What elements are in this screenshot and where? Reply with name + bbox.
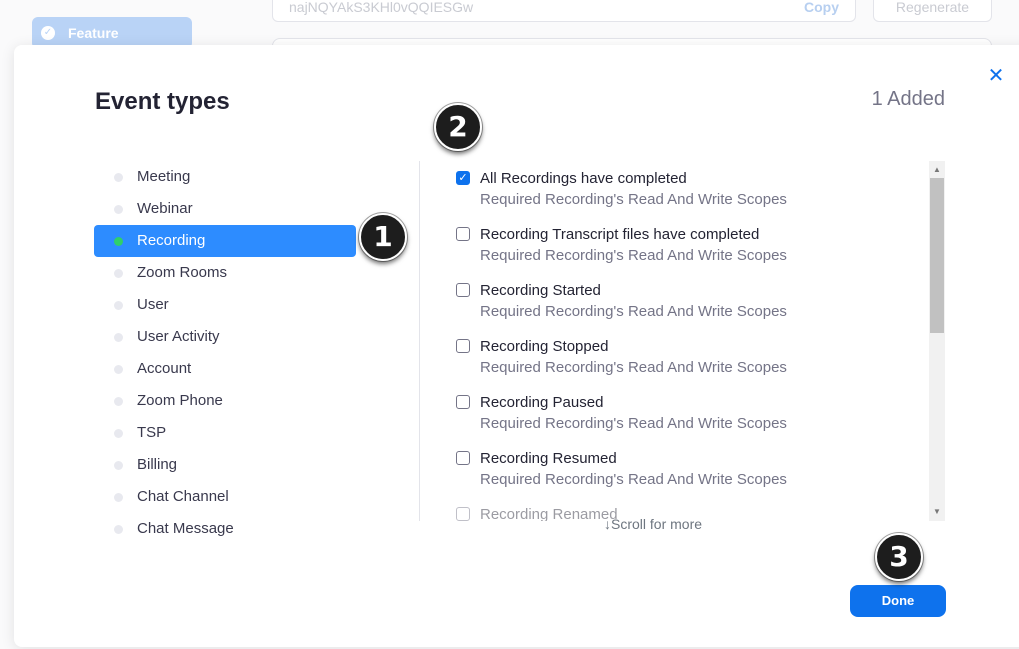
category-label: User Activity: [137, 328, 220, 345]
event-name: Recording Started: [480, 282, 601, 299]
category-billing[interactable]: Billing: [94, 449, 356, 481]
category-label: Billing: [137, 456, 178, 473]
sidebar-item-label: Feature: [68, 25, 119, 41]
dot-icon: [114, 205, 123, 214]
token-value: najNQYAkS3KHl0vQQIESGw: [289, 0, 474, 15]
scroll-down-arrow-icon[interactable]: ▼: [929, 505, 945, 519]
dot-icon: [114, 173, 123, 182]
list-item: Recording Started Required Recording's R…: [440, 273, 928, 329]
event-name: Recording Resumed: [480, 450, 617, 467]
event-checkbox[interactable]: [456, 339, 470, 353]
copy-button[interactable]: Copy: [804, 0, 839, 15]
event-checkbox[interactable]: [456, 451, 470, 465]
scrollbar[interactable]: ▲ ▼: [929, 161, 945, 521]
event-checkbox[interactable]: [456, 507, 470, 521]
verification-token-field[interactable]: najNQYAkS3KHl0vQQIESGw Copy: [272, 0, 856, 22]
scrollbar-thumb[interactable]: [930, 178, 944, 333]
scroll-for-more-hint: ↓Scroll for more: [604, 516, 703, 532]
dot-icon: [114, 397, 123, 406]
close-icon[interactable]: ✕: [986, 66, 1006, 86]
list-item: Recording Transcript files have complete…: [440, 217, 928, 273]
event-requirement: Required Recording's Read And Write Scop…: [480, 359, 787, 376]
event-name: Recording Stopped: [480, 338, 609, 355]
category-zoom-phone[interactable]: Zoom Phone: [94, 385, 356, 417]
category-zoom-rooms[interactable]: Zoom Rooms: [94, 257, 356, 289]
category-account[interactable]: Account: [94, 353, 356, 385]
dot-icon: [114, 461, 123, 470]
event-checkbox[interactable]: [456, 227, 470, 241]
event-checkbox[interactable]: ✓: [456, 171, 470, 185]
event-requirement: Required Recording's Read And Write Scop…: [480, 191, 787, 208]
category-meeting[interactable]: Meeting: [94, 161, 356, 193]
event-name: Recording Transcript files have complete…: [480, 226, 760, 243]
category-label: Webinar: [137, 200, 193, 217]
list-item: ✓ All Recordings have completed Required…: [440, 161, 928, 217]
category-chat-message[interactable]: Chat Message: [94, 513, 356, 545]
category-recording[interactable]: Recording: [94, 225, 356, 257]
modal-title: Event types: [95, 88, 230, 115]
category-label: Recording: [137, 232, 206, 249]
category-user[interactable]: User: [94, 289, 356, 321]
event-requirement: Required Recording's Read And Write Scop…: [480, 247, 787, 264]
event-name: Recording Renamed: [480, 506, 618, 521]
category-list: Meeting Webinar Recording Zoom Rooms Use…: [94, 161, 356, 545]
category-chat-channel[interactable]: Chat Channel: [94, 481, 356, 513]
event-requirement: Required Recording's Read And Write Scop…: [480, 303, 787, 320]
dot-icon: [114, 429, 123, 438]
category-label: User: [137, 296, 169, 313]
event-name: Recording Paused: [480, 394, 604, 411]
dot-icon: [114, 237, 123, 246]
divider: [419, 161, 420, 521]
event-checkbox[interactable]: [456, 395, 470, 409]
category-label: TSP: [137, 424, 167, 441]
category-tsp[interactable]: TSP: [94, 417, 356, 449]
dot-icon: [114, 269, 123, 278]
category-label: Chat Message: [137, 520, 234, 537]
event-requirement: Required Recording's Read And Write Scop…: [480, 471, 787, 488]
check-circle-icon: ✓: [41, 26, 55, 40]
callout-badge: 2: [434, 103, 482, 151]
dot-icon: [114, 301, 123, 310]
dot-icon: [114, 525, 123, 534]
regenerate-button[interactable]: Regenerate: [873, 0, 992, 22]
event-name: All Recordings have completed: [480, 170, 687, 187]
added-count: 1 Added: [871, 88, 945, 110]
dot-icon: [114, 365, 123, 374]
event-list[interactable]: ✓ All Recordings have completed Required…: [440, 161, 928, 521]
category-label: Meeting: [137, 168, 191, 185]
done-button[interactable]: Done: [850, 585, 946, 617]
category-label: Zoom Phone: [137, 392, 223, 409]
callout-badge: 1: [359, 213, 407, 261]
event-requirement: Required Recording's Read And Write Scop…: [480, 415, 787, 432]
scroll-up-arrow-icon[interactable]: ▲: [929, 163, 945, 177]
callout-badge: 3: [875, 533, 923, 581]
category-label: Chat Channel: [137, 488, 229, 505]
category-user-activity[interactable]: User Activity: [94, 321, 356, 353]
category-label: Zoom Rooms: [137, 264, 228, 281]
event-checkbox[interactable]: [456, 283, 470, 297]
list-item: Recording Paused Required Recording's Re…: [440, 385, 928, 441]
dot-icon: [114, 493, 123, 502]
category-webinar[interactable]: Webinar: [94, 193, 356, 225]
list-item: Recording Resumed Required Recording's R…: [440, 441, 928, 497]
list-item: Recording Stopped Required Recording's R…: [440, 329, 928, 385]
dot-icon: [114, 333, 123, 342]
category-label: Account: [137, 360, 192, 377]
